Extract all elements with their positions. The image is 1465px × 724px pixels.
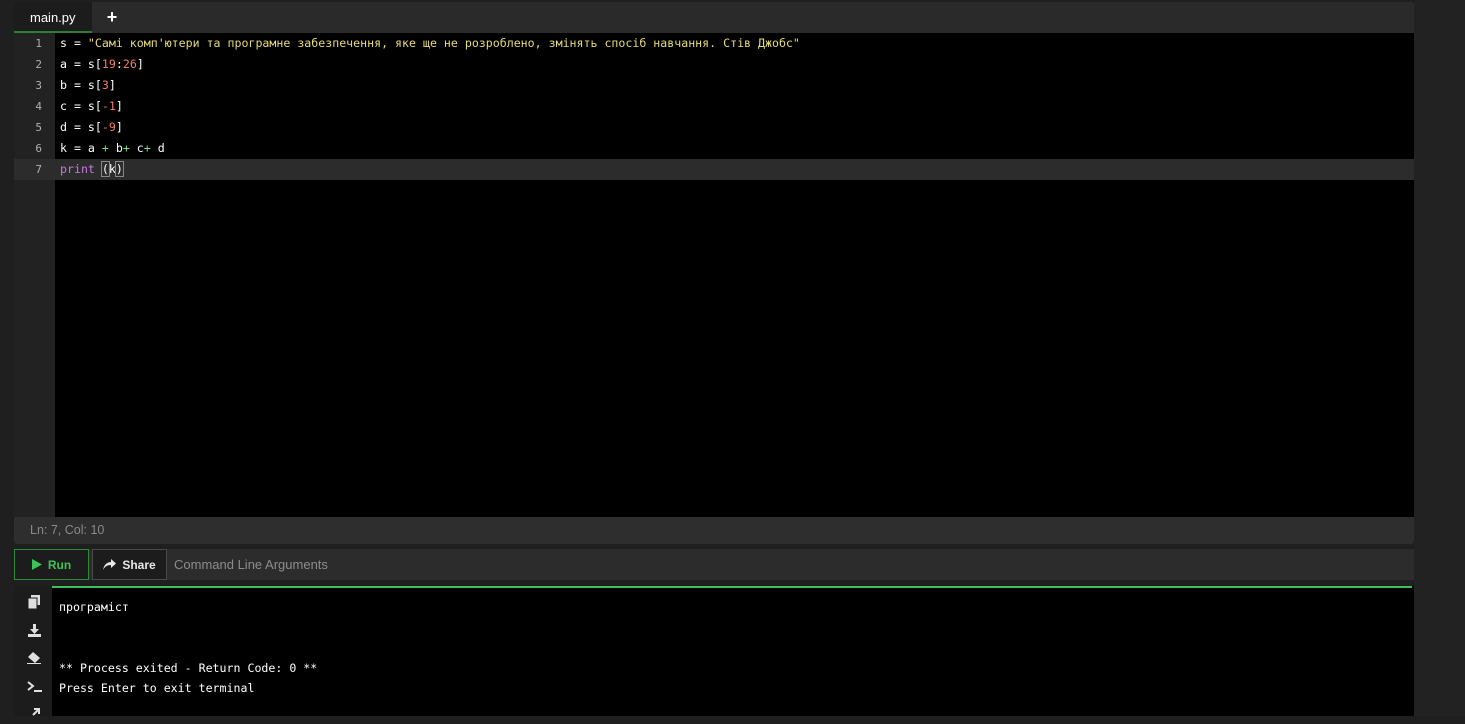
- code-token: +: [143, 141, 151, 155]
- code-text[interactable]: d = s[-9]: [55, 117, 1414, 138]
- code-line[interactable]: 2 a = s[19:26]: [14, 54, 1414, 75]
- line-number: 6: [35, 142, 42, 155]
- code-token: (: [100, 161, 110, 177]
- terminal-output-line: ** Process exited - Return Code: 0 **: [59, 661, 318, 675]
- code-text[interactable]: a = s[19:26]: [55, 54, 1414, 75]
- code-text[interactable]: k = a + b+ c+ d: [55, 138, 1414, 159]
- code-line[interactable]: 6k = a + b+ c+ d: [14, 138, 1414, 159]
- code-token: 26: [122, 57, 137, 71]
- play-icon: [31, 559, 42, 570]
- code-token: :: [115, 57, 123, 71]
- code-token: ]: [136, 57, 144, 71]
- terminal[interactable]: програміст ** Process exited - Return Co…: [14, 586, 1414, 716]
- code-token: k = a: [60, 141, 102, 155]
- code-token: d: [150, 141, 165, 155]
- code-token: -9: [101, 120, 116, 134]
- code-token: b = s[: [60, 78, 102, 92]
- code-line[interactable]: 7 print (k): [14, 159, 1414, 180]
- code-token: c = s[: [60, 99, 102, 113]
- code-line[interactable]: 4 c = s[-1]: [14, 96, 1414, 117]
- share-button-label: Share: [122, 557, 156, 572]
- terminal-output-line: Press Enter to exit terminal: [59, 681, 255, 695]
- code-token: k: [108, 162, 116, 176]
- run-button[interactable]: Run: [14, 549, 89, 580]
- line-number: 4: [35, 100, 42, 113]
- code-token: print: [60, 162, 95, 176]
- line-number: 3: [35, 79, 42, 92]
- code-editor: main.py + 1 s = "Самі комп'ютери та прогр…: [14, 2, 1414, 544]
- code-token: "Самі комп'ютери та програмне забезпечен…: [87, 36, 800, 50]
- code-text[interactable]: b = s[3]: [55, 75, 1414, 96]
- code-area[interactable]: 1 s = "Самі комп'ютери та програмне забез…: [14, 33, 1414, 517]
- code-token: c: [129, 141, 144, 155]
- line-number: 2: [35, 58, 42, 71]
- code-text[interactable]: s = "Самі комп'ютери та програмне забезп…: [55, 33, 1414, 54]
- code-token: s =: [60, 36, 88, 50]
- code-token: ]: [115, 99, 123, 113]
- tab-bar: main.py +: [14, 2, 1414, 33]
- add-tab-button[interactable]: +: [102, 2, 122, 33]
- code-token: -1: [101, 99, 116, 113]
- share-icon: [103, 559, 117, 570]
- code-line[interactable]: 3b = s[3]: [14, 75, 1414, 96]
- line-number: 7: [14, 159, 55, 180]
- window-background-strip: [1414, 0, 1465, 716]
- code-token: ]: [115, 120, 123, 134]
- run-button-label: Run: [47, 557, 72, 572]
- line-number: 1: [35, 37, 42, 50]
- code-line[interactable]: 1 s = "Самі комп'ютери та програмне забез…: [14, 33, 1414, 54]
- cursor-position-status: Ln: 7, Col: 10: [14, 517, 1414, 544]
- code-token: +: [101, 141, 109, 155]
- terminal-output-line: програміст: [59, 600, 129, 614]
- command-line-arguments-input[interactable]: [170, 549, 1414, 580]
- code-token: b: [108, 141, 123, 155]
- code-token: d = s[: [60, 120, 102, 134]
- terminal-sidebar: [14, 586, 52, 716]
- terminal-icon[interactable]: [24, 677, 44, 697]
- code-token: 3: [101, 78, 109, 92]
- code-text[interactable]: c = s[-1]: [55, 96, 1414, 117]
- eraser-icon[interactable]: [24, 648, 44, 668]
- code-token: a = s[: [60, 57, 102, 71]
- code-token: 19: [101, 57, 116, 71]
- download-icon[interactable]: [24, 620, 44, 640]
- copy-icon[interactable]: [24, 592, 44, 612]
- expand-icon[interactable]: [24, 704, 44, 724]
- tab-main-py[interactable]: main.py: [14, 2, 92, 33]
- code-token: ): [114, 161, 124, 177]
- run-toolbar: Run Share: [14, 549, 1414, 580]
- line-number: 5: [35, 121, 42, 134]
- share-button[interactable]: Share: [92, 549, 167, 580]
- code-token: ]: [108, 78, 116, 92]
- code-token: +: [122, 141, 130, 155]
- code-text[interactable]: print (k): [55, 159, 1414, 180]
- code-line[interactable]: 5 d = s[-9]: [14, 117, 1414, 138]
- terminal-active-indicator: [52, 586, 1412, 588]
